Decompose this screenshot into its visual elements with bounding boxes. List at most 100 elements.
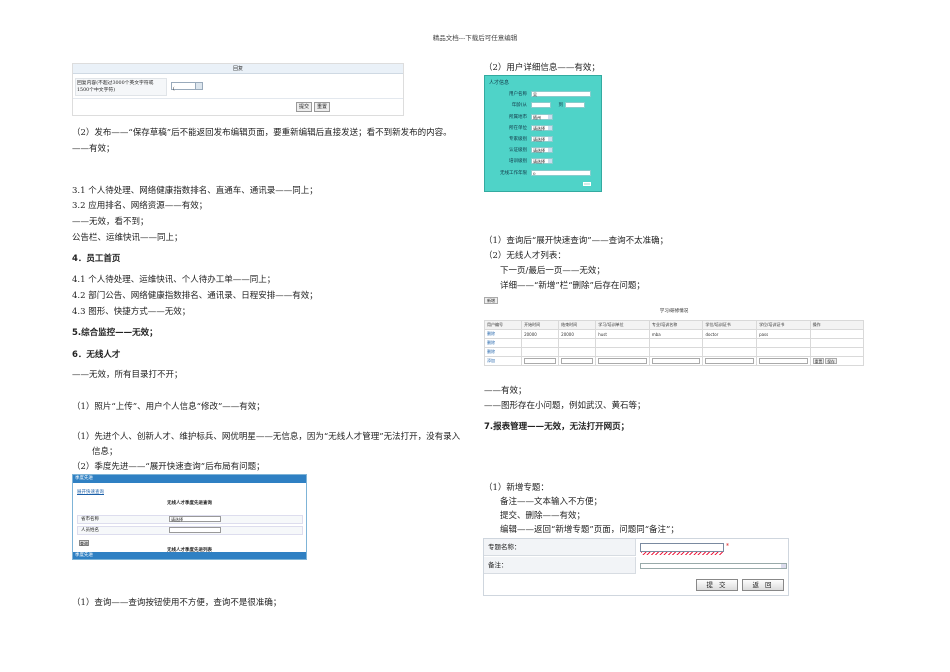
delete-link[interactable]: 删除 (483, 329, 523, 339)
field-label: 用户名称 (509, 92, 527, 97)
unit-input[interactable] (598, 358, 647, 364)
table-cell (702, 356, 758, 366)
column-header: 结束时间 (558, 320, 597, 330)
table-cell: pass (756, 329, 811, 339)
topic-name-label: 专题名称： (484, 539, 636, 556)
reply-form-title: 回复 (73, 64, 403, 74)
text-line: （2）无线人才列表： (484, 251, 566, 261)
expand-quick-query-link[interactable]: 展开快速查询 (77, 489, 104, 495)
province-select[interactable]: 请选择 (169, 516, 221, 522)
name-input[interactable] (169, 527, 221, 533)
query-button[interactable]: 查询 (79, 540, 89, 546)
submit-button[interactable]: 提交 (296, 102, 312, 112)
table-cell (595, 338, 650, 348)
text-line: ——无效，看不到； (72, 217, 149, 227)
text-line: 信息； (92, 447, 118, 457)
table-row: 删除 (483, 347, 865, 357)
text-line: （1）先进个人、创新人才、维护标兵、网优明星——无信息，因为“无线人才管理”无法… (72, 432, 461, 442)
season-query-screenshot: 季度先进 展开快速查询 无线人才季度先进查询 省市名称 请选择 人员姓名 查询 … (72, 474, 307, 560)
delete-link[interactable]: 删除 (483, 338, 523, 348)
confirm-button[interactable] (583, 182, 591, 186)
note-label: 备注： (484, 557, 636, 574)
reset-button[interactable]: 重置 (314, 102, 330, 112)
table-cell (521, 338, 560, 348)
table-cell: mba (648, 329, 704, 339)
text-line: ——无效，所有目录打不开； (72, 370, 183, 380)
add-link[interactable]: 添加 (483, 356, 523, 366)
text-line: 3.1 个人待处理、网络健康指数排名、直通车、通讯录——同上； (72, 186, 318, 196)
expert-level-select[interactable]: 请选择 (531, 136, 553, 142)
submit-button[interactable]: 提 交 (696, 579, 738, 591)
delete-link[interactable]: 删除 (483, 347, 523, 357)
new-button[interactable]: 新增 (484, 297, 498, 304)
table-cell: 20000 (558, 329, 597, 339)
text-line: 3.2 应用排名、网络资源——有效； (72, 201, 208, 211)
page-header: 精品文档---下载后可任意编辑 (432, 34, 518, 42)
table-cell (521, 347, 560, 357)
table-cell (809, 347, 865, 357)
text-line: （2）季度先进——“展开快速查询”后布局有问题； (72, 462, 265, 472)
start-time-input[interactable] (524, 358, 557, 364)
table-cell (648, 356, 704, 366)
season-bottom-bar: 季度先进 (73, 552, 306, 559)
section-heading: 7.报表管理——无效，无法打开网页； (484, 422, 630, 432)
table-cell: 重置 保存 (809, 356, 865, 366)
text-line: 编辑——返回“新增专题”页面，问题同“备注”； (500, 525, 679, 535)
table-cell (809, 338, 865, 348)
table-cell (648, 347, 704, 357)
reply-content-label: 回复内容(不超过3000个英文字符或1500个中文字符) (75, 78, 167, 96)
text-line: （1）照片“上传”、用户个人信息“修改”——有效； (72, 402, 265, 412)
training-level-select[interactable]: 请选择 (531, 158, 553, 164)
text-line: 公告栏、运维快讯——同上； (72, 233, 183, 243)
end-time-input[interactable] (561, 358, 594, 364)
field-label: 所属地市 (509, 115, 527, 120)
table-cell (558, 356, 597, 366)
note-input[interactable] (640, 563, 787, 569)
age-to-input[interactable] (565, 102, 585, 108)
user-detail-title: 人才信息 (489, 80, 510, 86)
text-line: ——图形存在小问题，例如武汉、黄石等； (484, 401, 646, 411)
save-button[interactable]: 保存 (825, 358, 837, 364)
table-cell (558, 347, 597, 357)
text-line: 下一页/最后一页——无效； (500, 266, 605, 276)
reset-button[interactable]: 重置 (812, 358, 825, 364)
back-button[interactable]: 返 回 (742, 579, 784, 591)
unit-select[interactable]: 请选择 (531, 125, 553, 131)
reply-select[interactable]: ( (171, 82, 203, 92)
table-cell: doctor (702, 329, 758, 339)
degree-input[interactable] (705, 358, 755, 364)
column-header: 学习/培训单位 (595, 320, 650, 330)
text-line: 详细——“新增”栏“删除”后存在问题； (500, 281, 645, 291)
column-header: 开始时间 (521, 320, 560, 330)
field-label: 认证级别 (509, 148, 527, 153)
study-table-screenshot: 新增 学习/研修情况 用户编号 开始时间 结束时间 学习/培训单位 专业/培训名… (483, 297, 865, 369)
major-input[interactable] (651, 358, 701, 364)
section-heading: 6．无线人才 (72, 350, 121, 360)
work-years-input[interactable]: 0 (531, 170, 591, 176)
field-label: 无线工作年限 (500, 171, 527, 176)
topic-name-input[interactable] (640, 543, 724, 552)
table-cell (756, 356, 811, 366)
field-label: 培训级别 (509, 159, 527, 164)
field-label: 专家级别 (509, 137, 527, 142)
spellcheck-underline (641, 552, 723, 555)
field-label: 年龄(从 (511, 103, 527, 108)
study-table: 用户编号 开始时间 结束时间 学习/培训单位 专业/培训名称 学位/培训证书 学… (483, 320, 865, 366)
new-topic-screenshot: 专题名称： * 备注： 提 交 返 回 (483, 538, 789, 596)
cert-level-select[interactable]: 请选择 (531, 147, 553, 153)
table-cell (595, 356, 650, 366)
table-cell (809, 329, 865, 339)
city-select[interactable]: 随州 (531, 114, 553, 120)
query-title: 无线人才季度先进查询 (167, 501, 212, 506)
user-name-input[interactable]: 吴 (531, 91, 591, 97)
text-line: 提交、删除——有效； (500, 511, 586, 521)
text-line: （1）查询——查询按钮使用不方便，查询不是很准确； (72, 598, 282, 608)
text-line: （1）查询后“展开快速查询”——查询不太准确； (484, 236, 669, 246)
certificate-input[interactable] (759, 358, 808, 364)
table-cell (702, 347, 758, 357)
field-label: 到 (558, 103, 564, 108)
divider (73, 98, 403, 99)
column-header: 学位/培训证书 (756, 320, 811, 330)
table-row: 删除 (483, 338, 865, 348)
table-title: 学习/研修情况 (659, 309, 689, 314)
